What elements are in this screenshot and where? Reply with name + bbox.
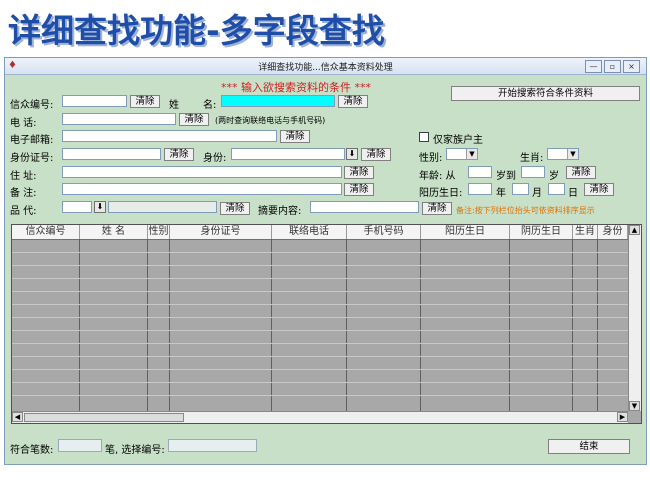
column-solar-birthday[interactable]: 阳历生日 [421,225,510,239]
match-count-label: 符合笔数: [10,445,54,456]
only-household-checkbox[interactable] [419,132,429,142]
close-window-button[interactable]: × [623,60,640,73]
horizontal-scroll-thumb[interactable] [24,413,184,422]
generation-input[interactable] [62,201,92,213]
clear-phone-button[interactable]: 清除 [179,113,209,126]
age-to-label: 岁到 [496,171,516,182]
birth-month-input[interactable] [512,183,529,195]
close-button[interactable]: 结束 [548,439,630,454]
window-title: 详细查找功能...信众基本资料处理 [258,63,393,73]
column-identity[interactable]: 身份 [598,225,628,239]
clear-address-button[interactable]: 清除 [344,166,374,179]
clear-identity-button[interactable]: 清除 [361,148,391,161]
identity-input[interactable] [231,148,345,160]
clear-age-button[interactable]: 清除 [566,166,596,179]
age-from-input[interactable] [468,166,492,178]
gender-select[interactable]: ▼ [446,148,478,160]
email-label: 电子邮箱: [10,135,54,146]
gender-label: 性别: [419,153,443,164]
vertical-scrollbar[interactable]: ▲ ▼ [628,225,641,411]
believer-id-label: 信众编号: [10,100,54,111]
id-card-label: 身份证号: [10,153,54,164]
day-label: 日 [568,188,578,199]
generation-display [108,201,217,213]
scroll-left-icon[interactable]: ◀ [12,412,23,422]
scroll-right-icon[interactable]: ▶ [617,412,628,422]
age-to-input[interactable] [521,166,545,178]
summary-label: 摘要内容: [258,206,302,217]
window-titlebar[interactable]: ♦ 详细查找功能...信众基本资料处理 — ▫ × [5,58,646,75]
scroll-down-icon[interactable]: ▼ [629,401,640,411]
zodiac-select[interactable]: ▼ [547,148,579,160]
year-label: 年 [496,188,506,199]
phone-label: 电 话: [10,118,37,129]
only-household-label: 仅家族户主 [433,135,483,146]
identity-dropdown-icon[interactable]: ⬇ [346,148,358,160]
clear-name-button[interactable]: 清除 [338,95,368,108]
column-lunar-birthday[interactable]: 阴历生日 [510,225,573,239]
generation-label: 品 代: [10,206,37,217]
start-search-button[interactable]: 开始搜索符合条件资料 [451,86,640,101]
chevron-down-icon: ▼ [567,149,578,159]
age-unit-label: 岁 [549,171,559,182]
clear-generation-button[interactable]: 清除 [220,202,250,215]
column-mobile[interactable]: 手机号码 [347,225,421,239]
column-believer-id[interactable]: 信众编号 [12,225,80,239]
search-prompt: *** 输入欲搜索资料的条件 *** [221,81,371,94]
address-label: 住 址: [10,171,37,182]
column-name[interactable]: 姓 名 [80,225,148,239]
name-label: 名: [203,100,217,111]
phone-input[interactable] [62,113,176,125]
clear-note-button[interactable]: 清除 [344,183,374,196]
believer-id-input[interactable] [62,95,127,107]
name-input[interactable] [221,95,335,107]
identity-label: 身份: [203,153,227,164]
chevron-down-icon: ▼ [466,149,477,159]
note-label: 备 注: [10,188,37,199]
selected-id-display [168,439,257,452]
slide-title: 详细查找功能-多字段查找 [8,11,385,50]
search-window: ♦ 详细查找功能...信众基本资料处理 — ▫ × *** 输入欲搜索资料的条件 *… [4,57,647,465]
sort-note: 备注:按下列栏位抬头可依资料排序显示 [456,206,595,215]
match-count-display [58,439,102,452]
generation-dropdown-icon[interactable]: ⬇ [94,201,106,213]
zodiac-label: 生肖: [520,153,544,164]
maximize-button[interactable]: ▫ [604,60,621,73]
note-input[interactable] [62,183,342,195]
name-label-surname: 姓 [169,100,179,111]
clear-believer-id-button[interactable]: 清除 [130,95,160,108]
minimize-button[interactable]: — [585,60,602,73]
clear-email-button[interactable]: 清除 [280,130,310,143]
column-phone[interactable]: 联络电话 [272,225,347,239]
table-header: 信众编号 姓 名 性别 身份证号 联络电话 手机号码 阳历生日 阴历生日 生肖 … [12,225,628,240]
birth-day-input[interactable] [548,183,565,195]
phone-hint: (两时查询联络电话与手机号码) [215,116,326,125]
id-card-input[interactable] [62,148,161,160]
address-input[interactable] [62,166,342,178]
birth-label: 阳历生日: [419,188,463,199]
birth-year-input[interactable] [468,183,492,195]
clear-summary-button[interactable]: 清除 [422,202,452,215]
horizontal-scrollbar[interactable]: ◀ ▶ [12,411,628,423]
clear-id-card-button[interactable]: 清除 [164,148,194,161]
age-label: 年龄: 从 [419,171,456,182]
selected-id-label: 笔, 选择编号: [105,445,165,456]
clear-birth-button[interactable]: 清除 [584,183,614,196]
month-label: 月 [532,188,542,199]
column-zodiac[interactable]: 生肖 [573,225,598,239]
summary-input[interactable] [310,201,419,213]
email-input[interactable] [62,130,277,142]
scroll-up-icon[interactable]: ▲ [629,225,640,235]
result-table[interactable]: 信众编号 姓 名 性别 身份证号 联络电话 手机号码 阳历生日 阴历生日 生肖 … [11,224,642,424]
column-gender[interactable]: 性别 [148,225,170,239]
column-id-card[interactable]: 身份证号 [170,225,272,239]
